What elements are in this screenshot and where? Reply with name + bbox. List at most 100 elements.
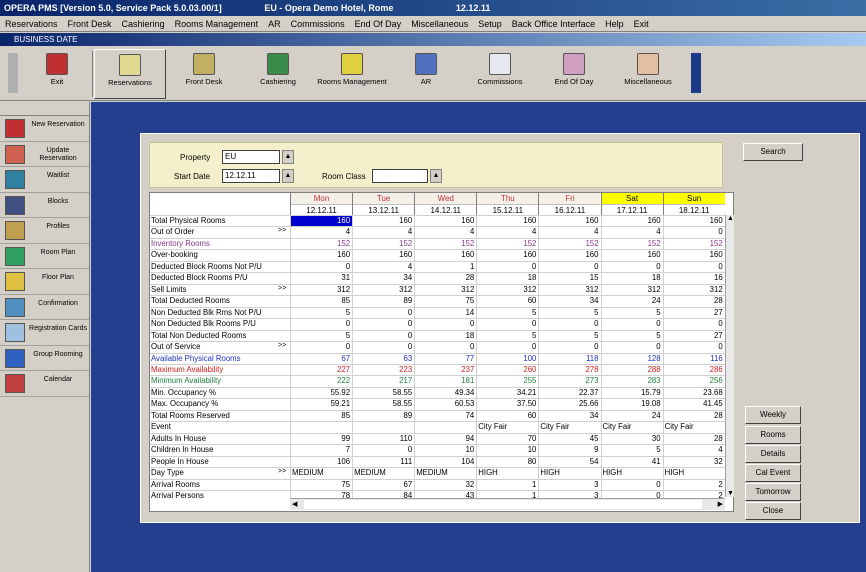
grid-cell[interactable]: 0 <box>662 342 725 353</box>
grid-cell[interactable]: 0 <box>414 342 476 353</box>
grid-cell[interactable]: 24 <box>600 296 663 307</box>
grid-cell[interactable]: 75 <box>290 479 352 491</box>
grid-cell[interactable]: 28 <box>662 410 725 422</box>
grid-cell[interactable]: 160 <box>662 216 725 227</box>
menu-ar[interactable]: AR <box>263 16 286 31</box>
grid-cell[interactable]: 30 <box>600 433 663 445</box>
sidebar-item-new-reservation[interactable]: New Reservation <box>0 116 89 142</box>
grid-cell[interactable]: 10 <box>476 445 538 456</box>
grid-cell[interactable]: 0 <box>662 261 725 273</box>
grid-cell[interactable]: 160 <box>600 250 663 261</box>
grid-cell[interactable]: 0 <box>600 319 663 330</box>
grid-cell[interactable]: 128 <box>600 353 663 365</box>
grid-cell[interactable]: 160 <box>290 216 353 227</box>
sidebar-item-profiles[interactable]: Profiles <box>0 218 89 244</box>
toolbar-scroll-right[interactable] <box>691 53 701 93</box>
grid-cell[interactable]: City Fair <box>476 422 538 433</box>
grid-cell[interactable]: 89 <box>352 296 414 307</box>
grid-cell[interactable]: 63 <box>352 353 414 365</box>
grid-cell[interactable]: 22.37 <box>538 387 600 399</box>
grid-cell[interactable]: 5 <box>600 445 663 456</box>
grid-cell[interactable]: 256 <box>662 376 725 387</box>
grid-cell[interactable]: 3 <box>538 479 600 491</box>
grid-cell[interactable]: 58.55 <box>352 387 414 399</box>
grid-cell[interactable]: 312 <box>538 284 600 296</box>
reservations-button[interactable]: Reservations <box>94 49 166 99</box>
room-class-input[interactable] <box>372 169 428 183</box>
grid-cell[interactable]: 283 <box>600 376 663 387</box>
toolbar-scroll-left[interactable] <box>8 53 18 93</box>
grid-cell[interactable]: 116 <box>662 353 725 365</box>
scroll-left-arrow-icon[interactable]: ◀ <box>292 500 297 508</box>
grid-cell[interactable]: 227 <box>290 364 352 376</box>
horizontal-scrollbar[interactable]: ◀ ▶ <box>290 498 725 510</box>
grid-cell[interactable]: MEDIUM <box>414 468 476 479</box>
grid-cell[interactable]: 31 <box>290 273 352 284</box>
grid-cell[interactable]: MEDIUM <box>290 468 352 479</box>
grid-cell[interactable]: 0 <box>352 319 414 330</box>
grid-cell[interactable]: 217 <box>352 376 414 387</box>
grid-cell[interactable]: 94 <box>414 433 476 445</box>
grid-cell[interactable]: 32 <box>662 456 725 468</box>
grid-cell[interactable]: 9 <box>538 445 600 456</box>
grid-cell[interactable]: 19.08 <box>600 399 663 410</box>
grid-cell[interactable]: 0 <box>352 330 414 342</box>
grid-cell[interactable]: 288 <box>600 364 663 376</box>
grid-cell[interactable]: 28 <box>414 273 476 284</box>
search-button[interactable]: Search <box>743 143 803 161</box>
ar-button[interactable]: AR <box>390 49 462 99</box>
grid-cell[interactable]: 160 <box>476 250 538 261</box>
grid-cell[interactable]: 152 <box>352 238 414 250</box>
cal-event-button[interactable]: Cal Event <box>745 464 801 482</box>
grid-cell[interactable]: 67 <box>290 353 352 365</box>
grid-cell[interactable]: 312 <box>662 284 725 296</box>
scroll-up-arrow-icon[interactable]: ▲ <box>727 215 734 222</box>
grid-cell[interactable]: 5 <box>600 330 663 342</box>
grid-cell[interactable]: HIGH <box>600 468 663 479</box>
grid-cell[interactable]: 75 <box>414 296 476 307</box>
grid-cell[interactable]: 312 <box>352 284 414 296</box>
grid-cell[interactable]: 67 <box>352 479 414 491</box>
grid-cell[interactable]: 60 <box>476 410 538 422</box>
grid-cell[interactable]: 85 <box>290 296 352 307</box>
commissions-button[interactable]: Commissions <box>464 49 536 99</box>
grid-cell[interactable]: 110 <box>352 433 414 445</box>
grid-cell[interactable]: 160 <box>538 250 600 261</box>
grid-cell[interactable]: 223 <box>352 364 414 376</box>
property-lookup-button[interactable]: ▲ <box>282 150 294 164</box>
grid-cell[interactable]: 18 <box>476 273 538 284</box>
grid-cell[interactable]: 4 <box>600 227 663 238</box>
grid-cell[interactable]: 152 <box>476 238 538 250</box>
sidebar-item-calendar[interactable]: Calendar <box>0 371 89 397</box>
grid-cell[interactable]: 0 <box>476 319 538 330</box>
grid-cell[interactable]: 0 <box>414 319 476 330</box>
tomorrow-button[interactable]: Tomorrow <box>745 483 801 501</box>
grid-cell[interactable]: 237 <box>414 364 476 376</box>
grid-cell[interactable]: 16 <box>662 273 725 284</box>
grid-cell[interactable]: 27 <box>662 330 725 342</box>
grid-cell[interactable]: 34 <box>352 273 414 284</box>
grid-cell[interactable]: MEDIUM <box>352 468 414 479</box>
grid-cell[interactable]: 41.45 <box>662 399 725 410</box>
menu-rooms-management[interactable]: Rooms Management <box>170 16 264 31</box>
grid-cell[interactable]: 55.92 <box>290 387 352 399</box>
grid-cell[interactable]: 0 <box>538 342 600 353</box>
menu-miscellaneous[interactable]: Miscellaneous <box>406 16 473 31</box>
menu-help[interactable]: Help <box>600 16 629 31</box>
front-desk-button[interactable]: Front Desk <box>168 49 240 99</box>
close-button[interactable]: Close <box>745 502 801 520</box>
grid-cell[interactable] <box>414 422 476 433</box>
grid-cell[interactable]: 49.34 <box>414 387 476 399</box>
sidebar-item-update-reservation[interactable]: Update Reservation <box>0 142 89 167</box>
grid-cell[interactable]: 85 <box>290 410 352 422</box>
grid-cell[interactable]: 7 <box>290 445 352 456</box>
grid-cell[interactable]: City Fair <box>662 422 725 433</box>
cashiering-button[interactable]: Cashiering <box>242 49 314 99</box>
sidebar-item-waitlist[interactable]: Waitlist <box>0 167 89 193</box>
scroll-right-arrow-icon[interactable]: ▶ <box>718 500 723 508</box>
grid-cell[interactable]: 4 <box>352 261 414 273</box>
grid-cell[interactable]: 160 <box>352 216 414 227</box>
grid-cell[interactable]: 32 <box>414 479 476 491</box>
grid-cell[interactable]: 152 <box>538 238 600 250</box>
grid-cell[interactable]: 0 <box>290 319 352 330</box>
